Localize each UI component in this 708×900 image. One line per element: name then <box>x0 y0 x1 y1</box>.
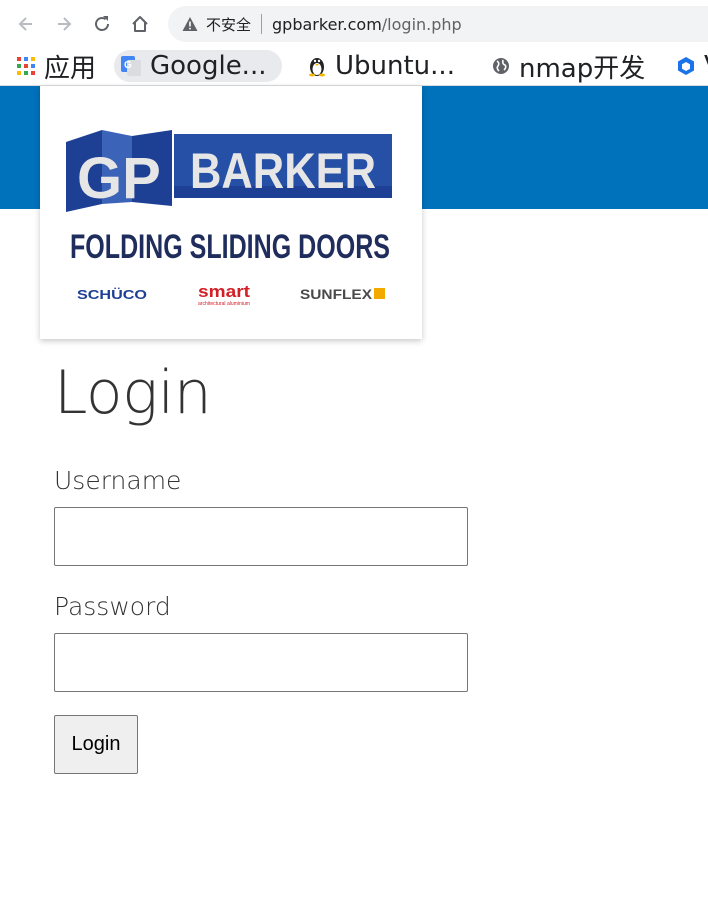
username-input[interactable] <box>54 507 468 566</box>
bookmark-label: 应用 <box>44 53 97 84</box>
back-arrow-icon <box>18 17 32 31</box>
forward-button[interactable] <box>52 12 76 36</box>
bookmarks-bar: 应用 G Google... Ubuntu... nmap开发 V <box>0 47 708 86</box>
forward-arrow-icon <box>58 17 72 31</box>
gp-barker-logo: GP BARKER FOLDING SLIDING DOORS SCHÜCO s… <box>66 130 392 307</box>
logo-barker-text: BARKER <box>190 143 376 199</box>
url-host: gpbarker.com <box>272 14 382 34</box>
logo-tagline: FOLDING SLIDING DOORS <box>70 228 390 266</box>
site-logo[interactable]: GP BARKER FOLDING SLIDING DOORS SCHÜCO s… <box>40 86 422 339</box>
partner-schuco-logo: SCHÜCO <box>77 287 147 302</box>
browser-toolbar: 不安全 gpbarker.com/login.php <box>0 0 708 47</box>
bookmark-ubuntu[interactable]: Ubuntu... <box>307 47 455 85</box>
tux-penguin-icon <box>309 58 325 77</box>
google-translate-icon: G <box>121 56 141 76</box>
bookmark-label: Ubuntu... <box>335 51 455 81</box>
url-path: /login.php <box>381 14 462 34</box>
apps-grid-icon <box>17 57 35 75</box>
warning-triangle-icon <box>182 16 198 32</box>
reload-icon <box>95 16 109 31</box>
username-label: Username <box>54 466 182 495</box>
address-bar[interactable]: 不安全 gpbarker.com/login.php <box>168 6 708 42</box>
blue-cube-icon <box>678 57 694 75</box>
globe-icon <box>493 58 509 74</box>
back-button[interactable] <box>14 12 38 36</box>
partner-sunflex-logo: SUNFLEX <box>300 286 373 302</box>
logo-gp-text: GP <box>77 146 161 211</box>
bookmark-google[interactable]: G Google... <box>114 50 283 82</box>
bookmark-apps[interactable]: 应用 <box>16 47 96 85</box>
bookmark-label: nmap开发 <box>519 53 646 84</box>
partner-smart-subtitle: architectural aluminium <box>198 301 250 307</box>
password-label: Password <box>54 592 171 621</box>
sunflex-mark-icon <box>374 288 385 299</box>
page-title: Login <box>54 358 212 428</box>
partner-smart-logo: smart <box>198 282 250 301</box>
bookmark-nmap[interactable]: nmap开发 <box>491 47 645 85</box>
bookmark-label: V <box>704 51 708 81</box>
reload-button[interactable] <box>90 12 114 36</box>
home-button[interactable] <box>128 12 152 36</box>
address-divider <box>261 14 263 34</box>
bookmark-overflow[interactable]: V <box>676 47 708 85</box>
password-input[interactable] <box>54 633 468 692</box>
svg-text:G: G <box>124 60 132 71</box>
bookmark-label: Google... <box>150 51 267 81</box>
security-status-label[interactable]: 不安全 <box>206 14 251 35</box>
home-icon <box>132 16 148 32</box>
login-button[interactable]: Login <box>54 715 138 774</box>
